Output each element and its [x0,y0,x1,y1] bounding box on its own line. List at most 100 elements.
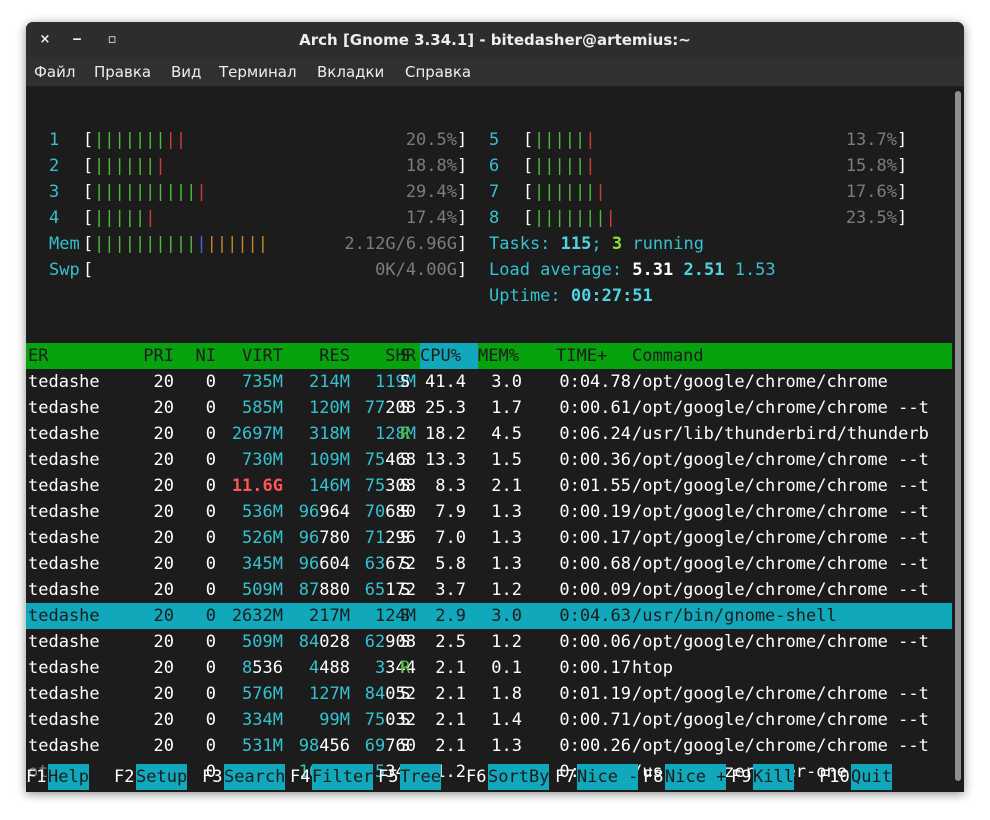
cpu-bar-kernel: | [155,156,166,176]
mem-bar: ||||||||||||||||| [94,231,268,257]
proc-cpu: 2.9 [435,606,466,626]
col-command[interactable]: Command [632,343,704,369]
proc-virt: 730M [206,447,283,473]
menu-file[interactable]: Файл [34,63,75,81]
col-pri[interactable]: PRI [114,343,174,369]
col-mem[interactable]: MEM% [478,343,519,369]
cpu-percent: 17.4% [405,208,457,228]
cpu-number: 7 [489,182,500,202]
process-row[interactable]: tedashe 20 0 2697M 318M 128M R 18.2 4.5 0:06.24/u… [26,421,952,447]
proc-res-text: 109M [309,450,350,470]
cpu-meter: 8[|||||||| 23.5%] [489,205,909,231]
fkey-f5: F5 [378,767,399,787]
meter-bracket: [ [83,156,94,176]
col-time[interactable]: TIME+ [556,343,607,369]
proc-res: 217M [286,603,350,629]
process-row[interactable]: tedashe 20 0 526M 96780 71296 S 7.0 1.3 0:00.17/o… [26,525,952,551]
col-virt[interactable]: VIRT [206,343,283,369]
proc-state: S [400,398,411,418]
proc-res-text: 120M [309,398,350,418]
proc-shr-high: 70 [364,502,386,522]
fkey-f6: F6 [466,767,487,787]
cpu-number: 5 [489,130,500,150]
cpu-bar: ||||||| [534,179,606,205]
process-row[interactable]: tedashe 20 0 585M 120M 77208 S 25.3 1.7 0:00.61/o… [26,395,952,421]
proc-res: 96604 [286,551,350,577]
process-row[interactable]: tedashe 20 0 509M 84028 62908 S 2.5 1.2 0:00.06/o… [26,629,952,655]
proc-shr-high: 71 [364,528,386,548]
fkey-f8-label[interactable]: Nice + [665,764,727,790]
proc-res: 146M [286,473,350,499]
menu-help[interactable]: Справка [405,63,471,81]
proc-cpu: 2.5 [435,632,466,652]
proc-time: 0:00.61 [559,398,631,418]
function-key-bar: F1 Help F2 Setup F3 Search F4 Filter F5 Tree F6… [26,764,952,790]
scrollbar[interactable] [955,91,961,781]
meter-bracket: ] [457,260,468,280]
load-15min: 1.53 [734,260,776,280]
proc-command: /opt/google/chrome/chrome --t [632,554,929,574]
fkey-f2-label[interactable]: Setup [136,764,188,790]
proc-time: 0:04.78 [559,372,631,392]
process-row[interactable]: tedashe 20 0 2632M 217M 124M S 2.9 3.0 0:04.63/us… [26,603,952,629]
fkey-f2: F2 [114,767,135,787]
process-row[interactable]: tedashe 20 0 576M 127M 84052 S 2.1 1.8 0:01.19/op… [26,681,952,707]
menu-view[interactable]: Вид [171,63,201,81]
proc-virt: 334M [206,707,283,733]
process-row[interactable]: tedashe 20 0 536M 96964 70680 S 7.9 1.3 0:00.19/o… [26,499,952,525]
meter-bracket: [ [83,234,94,254]
fkey-f1-label[interactable]: Help [48,764,89,790]
fkey-f6-label[interactable]: SortBy [488,764,550,790]
proc-mem: 1.3 [491,736,522,756]
proc-virt: 536M [206,499,283,525]
swap-meter: Swp[0K/4.00G] [49,257,469,283]
process-row[interactable]: tedashe 20 0 509M 87880 65172 S 3.7 1.2 0:00.09/o… [26,577,952,603]
proc-mem: 1.3 [491,528,522,548]
col-state[interactable]: S [400,343,410,369]
cpu-number: 3 [49,182,60,202]
terminal-area[interactable]: 1[||||||||| 20.5%] 2[||||||| 18.8%] 3[||||||… [26,87,964,792]
uptime-value: 00:27:51 [570,286,653,306]
col-user[interactable]: ER [28,343,48,369]
process-row[interactable]: tedashe 20 0 334M 99M 75032 S 2.1 1.4 0:00.71/opt… [26,707,952,733]
fkey-f7-label[interactable]: Nice - [577,764,639,790]
cpu-number: 6 [489,156,500,176]
cpu-number: 2 [49,156,60,176]
meter-bracket: [ [83,208,94,228]
process-row[interactable]: tedashe 20 0 735M 214M 119M S 41.4 3.0 0:04.78/op… [26,369,952,395]
process-row[interactable]: tedashe 20 0 8536 4488 3344 R 2.1 0.1 0:00.17 htop [26,655,952,681]
proc-pri: 20 [153,528,174,548]
menu-terminal[interactable]: Терминал [219,63,297,81]
process-row[interactable]: tedashe 20 0 345M 96604 63672 S 5.8 1.3 0:00.68/o… [26,551,952,577]
proc-mem: 1.5 [491,450,522,470]
menu-tabs[interactable]: Вкладки [317,63,384,81]
proc-res-high: 96 [298,554,320,574]
proc-state: S [400,476,411,496]
fkey-f5-label[interactable]: Tree [400,764,441,790]
proc-shr-high: 84 [364,684,386,704]
col-res[interactable]: RES [286,343,350,369]
proc-pri: 20 [153,424,174,444]
proc-virt-text: 576M [242,684,283,704]
menu-edit[interactable]: Правка [94,63,151,81]
proc-res: 120M [286,395,350,421]
fkey-f4-label[interactable]: Filter [312,764,374,790]
proc-virt: 509M [206,577,283,603]
proc-state: S [400,372,411,392]
process-row[interactable]: tedashe 20 0 531M 98456 69760 S 2.1 1.3 0:00.26/o… [26,733,952,759]
proc-res-high: 96 [298,528,320,548]
proc-mem: 1.8 [491,684,522,704]
fkey-f3-label[interactable]: Search [224,764,286,790]
process-row[interactable]: tedashe 20 0 730M 109M 75468 S 13.3 1.5 0:00.36/o… [26,447,952,473]
fkey-f10-label[interactable]: Quit [851,764,892,790]
col-cpu[interactable]: CPU% [420,343,478,369]
proc-state: S [400,502,411,522]
load-5min: 2.51 [683,260,725,280]
title-bar[interactable]: × ‒ ▫ Arch [Gnome 3.34.1] - bitedasher@a… [26,22,964,58]
proc-cpu: 8.3 [435,476,466,496]
mem-label: Mem [49,234,80,254]
proc-state: S [400,632,411,652]
process-row[interactable]: tedashe 20 0 11.6G 146M 75308 S 8.3 2.1 0:01.55/o… [26,473,952,499]
fkey-f9-label[interactable]: Kill [753,764,794,790]
proc-cpu: 2.1 [435,658,466,678]
